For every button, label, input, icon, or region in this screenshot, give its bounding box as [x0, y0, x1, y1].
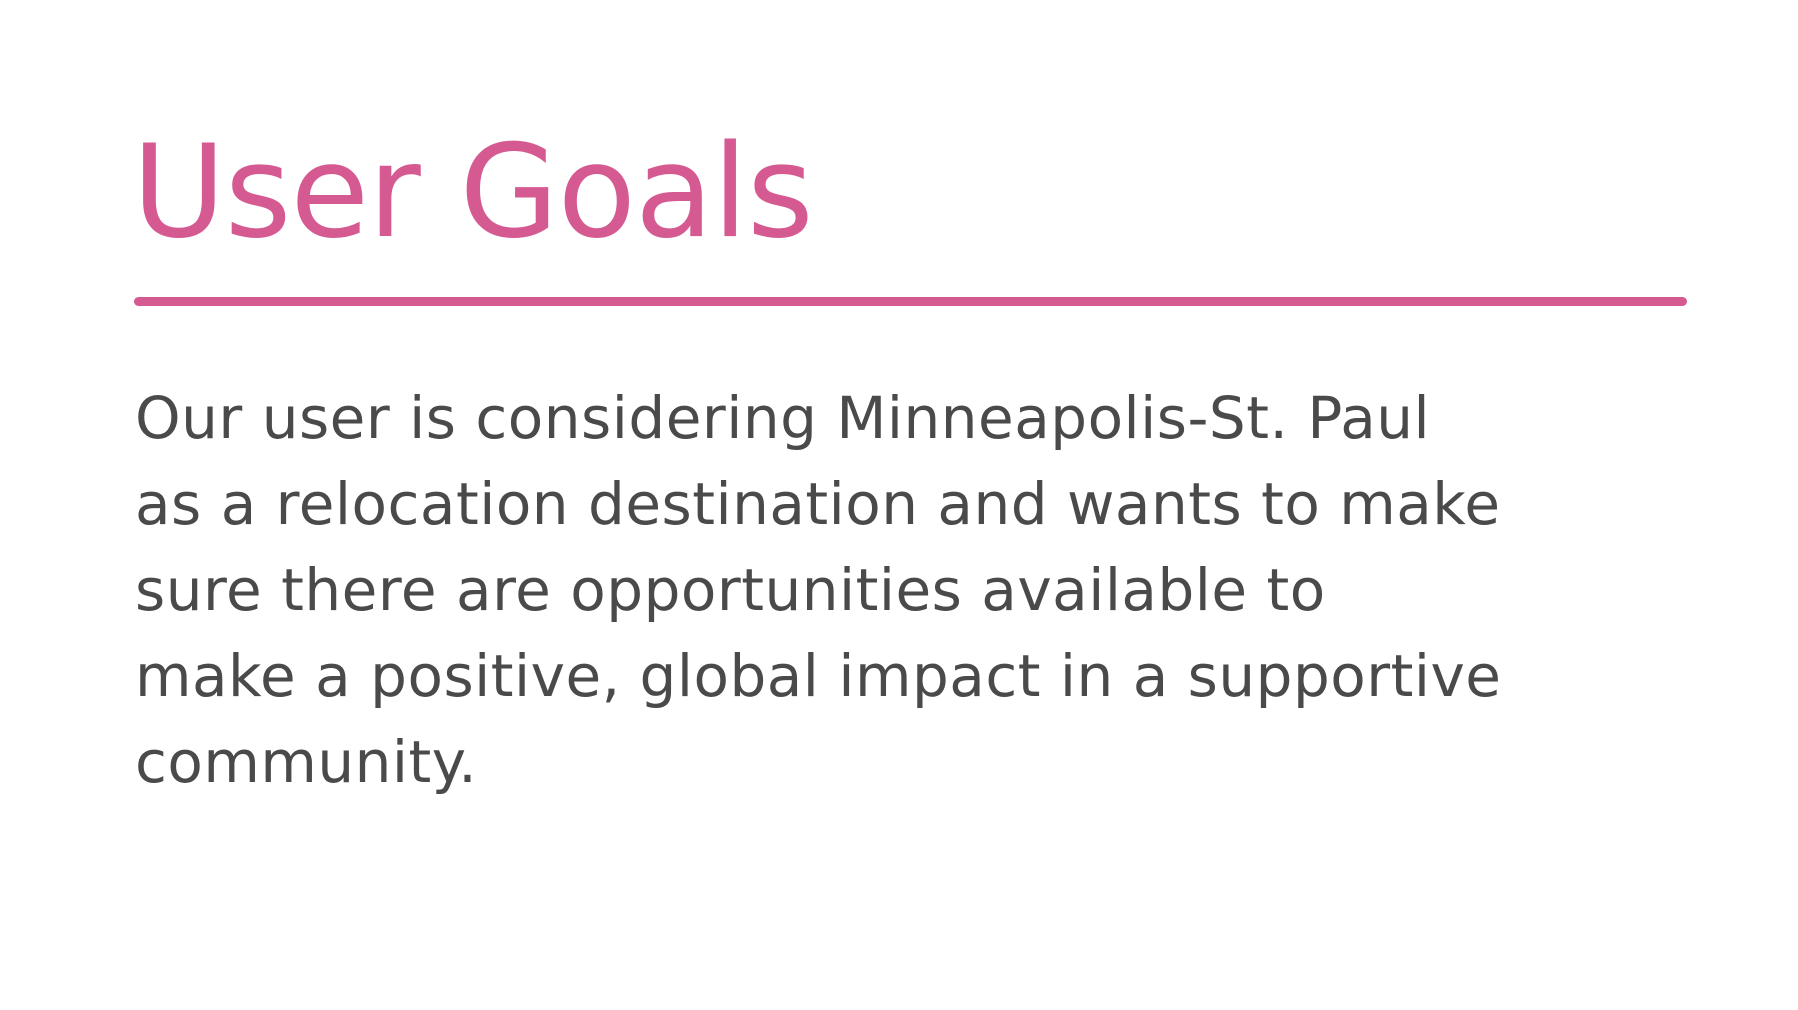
- title-divider: [134, 297, 1687, 306]
- body-line: make a positive, global impact in a supp…: [135, 642, 1502, 710]
- body-line: as a relocation destination and wants to…: [135, 470, 1501, 538]
- slide-title: User Goals: [132, 118, 814, 267]
- body-line: sure there are opportunities available t…: [135, 556, 1326, 624]
- body-paragraph: Our user is considering Minneapolis-St. …: [135, 375, 1695, 805]
- body-line: Our user is considering Minneapolis-St. …: [135, 384, 1431, 452]
- body-line: community.: [135, 728, 478, 796]
- slide: User Goals Our user is considering Minne…: [0, 0, 1798, 1010]
